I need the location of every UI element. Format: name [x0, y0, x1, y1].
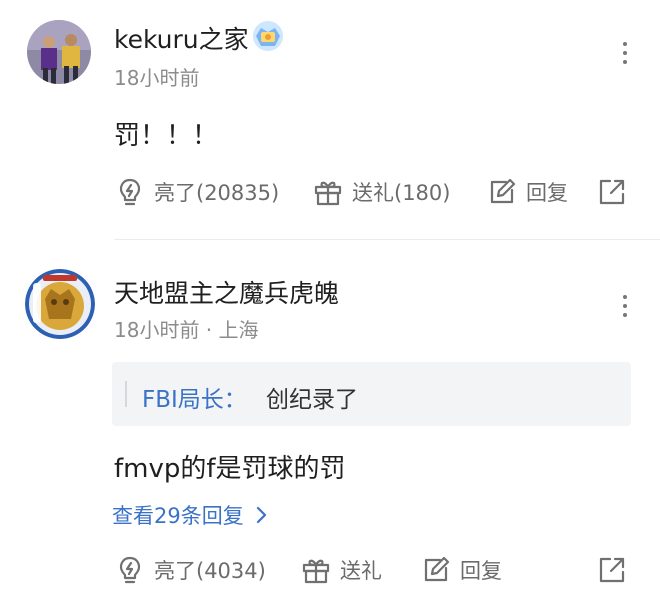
reply-label: 回复 — [460, 559, 502, 583]
share-button[interactable] — [596, 170, 628, 214]
comment-item: kekuru之家 18小时前 罚！！！ 亮了(20835) 送礼(180) 回复 — [0, 0, 660, 240]
chevron-right-icon — [257, 506, 267, 524]
comment-text: fmvp的f是罚球的罚 — [114, 454, 346, 484]
quote-author[interactable]: FBI局长： — [142, 380, 247, 414]
edit-icon — [490, 178, 516, 204]
share-button[interactable] — [596, 548, 628, 592]
username[interactable]: kekuru之家 — [114, 20, 249, 56]
username[interactable]: 天地盟主之魔兵虎魄 — [114, 274, 339, 310]
avatar[interactable] — [25, 269, 95, 339]
reply-button[interactable]: 回复 — [486, 170, 568, 214]
reply-label: 回复 — [526, 181, 568, 205]
gift-button[interactable]: 送礼 — [300, 548, 382, 592]
view-replies-link[interactable]: 查看29条回复 — [112, 500, 268, 530]
share-icon — [599, 179, 625, 205]
gift-icon — [302, 559, 330, 584]
lightbulb-icon — [119, 178, 141, 206]
comment-actions: 亮了(4034) 送礼 回复 — [0, 548, 660, 592]
gift-button[interactable]: 送礼(180) — [312, 170, 450, 214]
gift-icon — [314, 181, 342, 206]
avatar[interactable] — [27, 20, 91, 84]
badge-icon — [250, 18, 286, 54]
comment-time: 18小时前 · 上海 — [114, 318, 259, 342]
comment-time: 18小时前 — [114, 66, 200, 90]
view-replies-label: 查看29条回复 — [112, 504, 244, 528]
comment-text: 罚！！！ — [114, 121, 219, 151]
gift-label: 送礼 — [340, 559, 382, 583]
more-vertical-icon[interactable] — [610, 287, 640, 327]
like-button[interactable]: 亮了(4034) — [114, 548, 266, 592]
lightbulb-icon — [119, 556, 141, 584]
comment-actions: 亮了(20835) 送礼(180) 回复 — [0, 170, 660, 214]
quote-block: FBI局长： 创纪录了 — [112, 362, 631, 426]
like-label: 亮了(4034) — [154, 559, 266, 583]
gift-label: 送礼(180) — [352, 181, 451, 205]
quote-text: 创纪录了 — [266, 387, 358, 413]
reply-button[interactable]: 回复 — [420, 548, 502, 592]
like-label: 亮了(20835) — [154, 181, 280, 205]
like-button[interactable]: 亮了(20835) — [114, 170, 279, 214]
edit-icon — [424, 556, 450, 582]
share-icon — [599, 557, 625, 583]
more-vertical-icon[interactable] — [610, 34, 640, 74]
quote-bar — [125, 381, 127, 407]
